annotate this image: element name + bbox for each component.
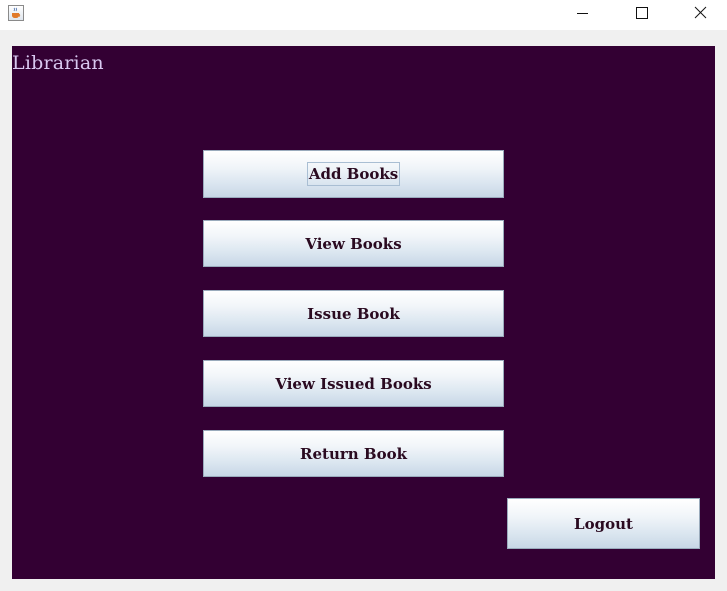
return-book-button[interactable]: Return Book (203, 430, 504, 477)
close-icon (694, 6, 707, 19)
return-book-label: Return Book (300, 444, 407, 463)
logout-button[interactable]: Logout (507, 498, 700, 549)
issue-book-label: Issue Book (307, 304, 400, 323)
add-books-label: Add Books (306, 162, 401, 186)
logout-label: Logout (574, 514, 633, 533)
librarian-window: Librarian Add Books View Books Issue Boo… (0, 0, 727, 591)
librarian-panel: Librarian Add Books View Books Issue Boo… (12, 46, 715, 579)
view-books-button[interactable]: View Books (203, 220, 504, 267)
title-bar (0, 0, 727, 30)
maximize-icon (636, 7, 648, 19)
view-issued-books-label: View Issued Books (275, 374, 432, 393)
maximize-button[interactable] (618, 0, 664, 30)
java-cup-icon (8, 5, 24, 21)
view-books-label: View Books (305, 234, 402, 253)
minimize-button[interactable] (559, 0, 605, 30)
panel-heading: Librarian (12, 52, 104, 74)
close-button[interactable] (677, 0, 723, 30)
add-books-button[interactable]: Add Books (203, 150, 504, 198)
issue-book-button[interactable]: Issue Book (203, 290, 504, 337)
minimize-icon (577, 13, 588, 14)
view-issued-books-button[interactable]: View Issued Books (203, 360, 504, 407)
